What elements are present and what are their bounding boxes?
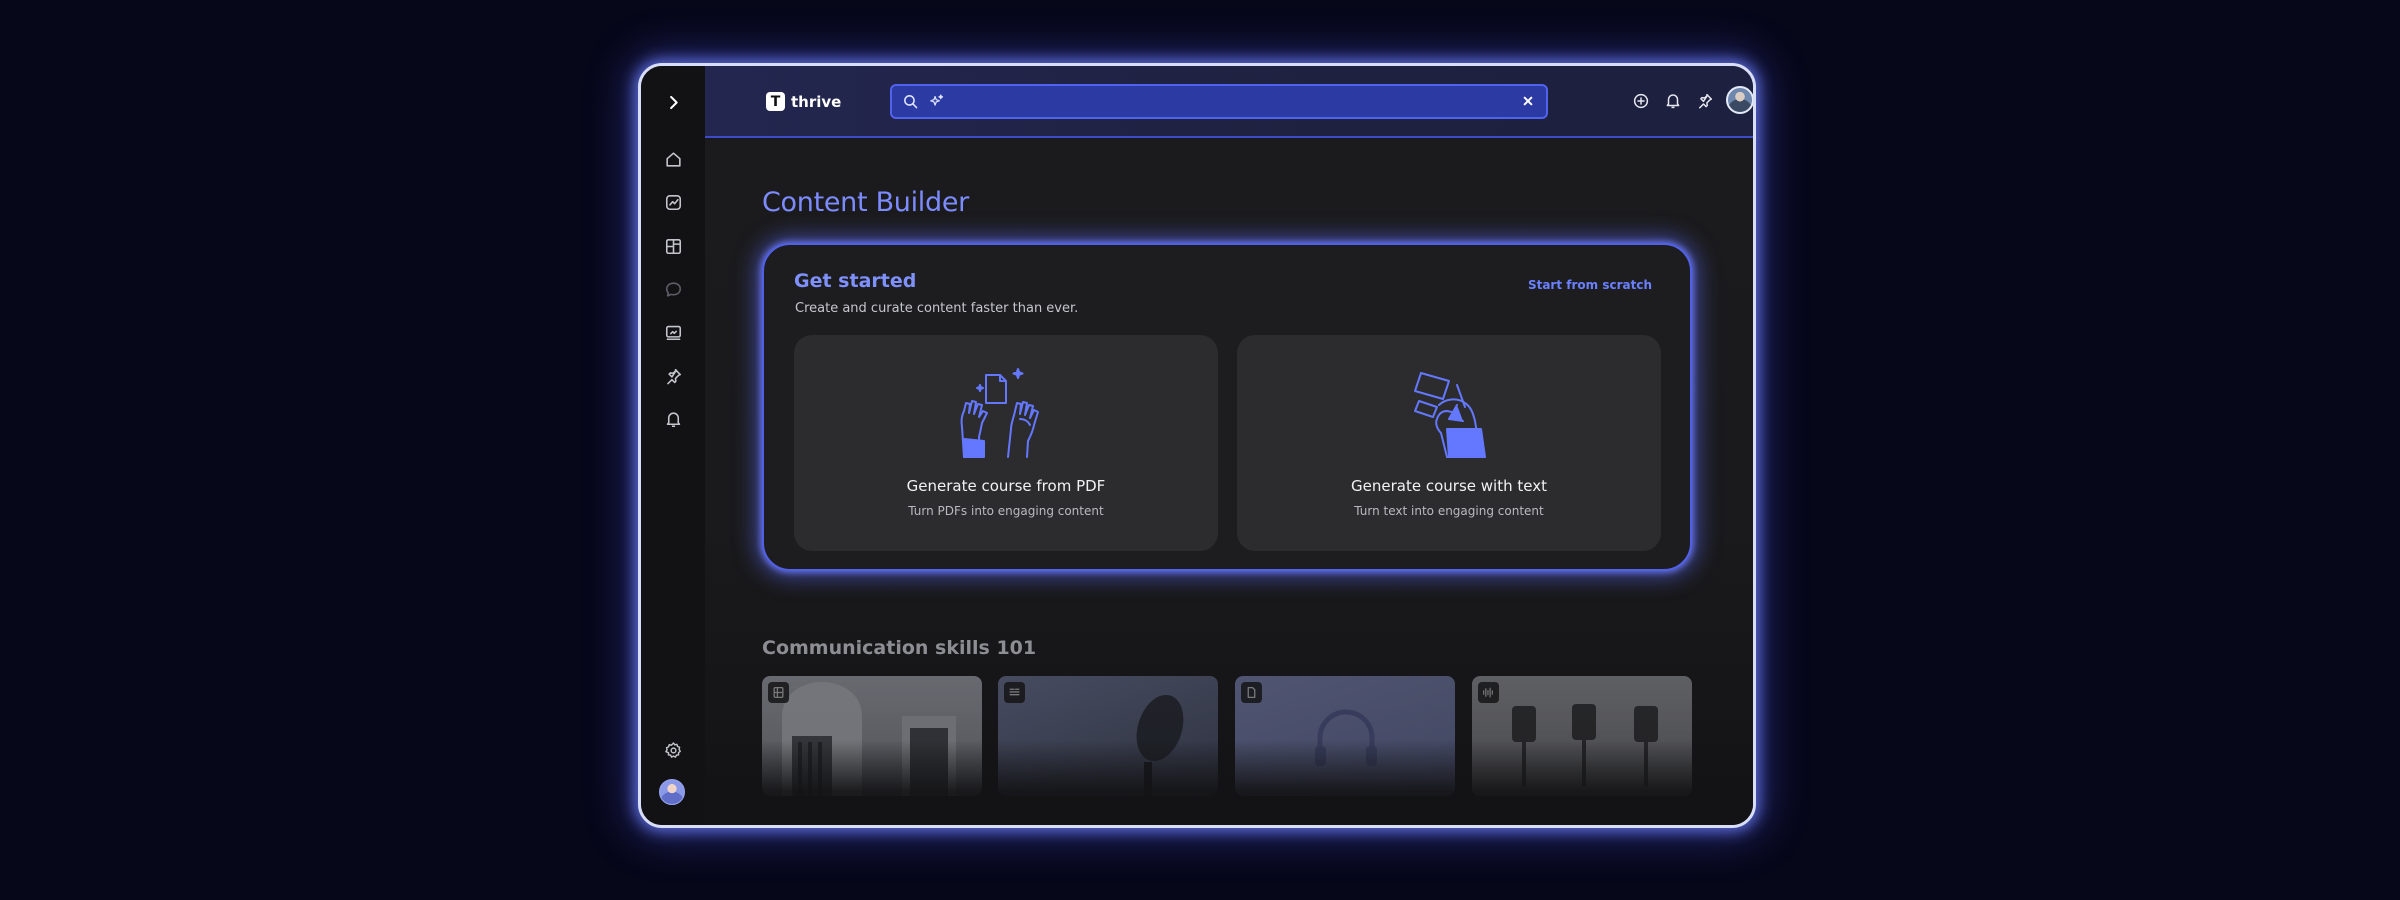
content-thumbnail[interactable] (998, 676, 1218, 796)
generate-with-text-card[interactable]: Generate course with text Turn text into… (1237, 335, 1661, 551)
search-icon (904, 95, 918, 109)
settings-button[interactable] (653, 730, 693, 770)
bell-icon (1666, 94, 1680, 109)
option-subtitle: Turn text into engaging content (1354, 504, 1544, 518)
option-title: Generate course from PDF (906, 477, 1106, 495)
logo[interactable]: T thrive (766, 92, 841, 111)
pin-icon (666, 368, 681, 384)
hand-writing-illustration (1414, 372, 1486, 458)
sidebar-item-analytics[interactable] (653, 182, 693, 222)
text-badge (1004, 682, 1025, 703)
hands-pdf-illustration (960, 368, 1039, 458)
pinned-button[interactable] (1694, 90, 1716, 112)
main-content: Content Builder Get started Create and c… (705, 140, 1753, 825)
media-icon (665, 325, 681, 340)
content-thumbnail[interactable] (762, 676, 982, 796)
get-started-title: Get started (794, 270, 917, 292)
search-bar (890, 84, 1548, 119)
sidebar-item-pinned[interactable] (653, 356, 693, 396)
add-circle-icon (1633, 93, 1649, 109)
layout-icon (665, 238, 681, 254)
logo-text: thrive (791, 92, 842, 111)
search-input[interactable] (954, 92, 1474, 112)
app-window: T thrive Content Builder Get started Cre… (638, 63, 1756, 828)
home-icon (665, 151, 681, 167)
profile-avatar[interactable] (1726, 86, 1753, 114)
sidebar-item-layout[interactable] (653, 226, 693, 266)
sidebar-item-chat[interactable] (653, 269, 693, 309)
telephones-image (1512, 704, 1658, 786)
analytics-icon (665, 194, 681, 210)
sidebar-item-notifications[interactable] (653, 399, 693, 439)
sidebar (641, 66, 705, 825)
generate-from-pdf-card[interactable]: Generate course from PDF Turn PDFs into … (794, 335, 1218, 551)
option-title: Generate course with text (1351, 477, 1547, 495)
get-started-subtitle: Create and curate content faster than ev… (795, 301, 1079, 316)
microphone-image (1136, 694, 1184, 796)
get-started-panel: Get started Create and curate content fa… (762, 243, 1692, 571)
start-from-scratch-link[interactable]: Start from scratch (1528, 278, 1652, 292)
video-badge (768, 682, 789, 703)
page-title: Content Builder (762, 187, 969, 218)
sidebar-item-home[interactable] (653, 139, 693, 179)
content-thumbnail[interactable] (1235, 676, 1455, 796)
user-avatar[interactable] (659, 779, 685, 805)
chat-icon (665, 281, 681, 297)
video-icon (773, 686, 784, 699)
logo-mark: T (766, 92, 785, 111)
close-icon[interactable] (1520, 93, 1536, 109)
doorway-image (782, 682, 956, 796)
bell-icon (666, 411, 680, 427)
add-button[interactable] (1630, 90, 1652, 112)
text-icon (1009, 688, 1020, 696)
chevron-right-icon (669, 95, 678, 109)
sidebar-item-media[interactable] (653, 312, 693, 352)
audio-badge (1478, 682, 1499, 703)
document-icon (1247, 686, 1256, 699)
section-title: Communication skills 101 (762, 637, 1037, 659)
option-subtitle: Turn PDFs into engaging content (908, 504, 1104, 518)
headphones-image (1315, 709, 1377, 766)
sparkle-icon (930, 94, 944, 106)
top-bar: T thrive (705, 66, 1753, 138)
expand-sidebar-button[interactable] (653, 82, 693, 122)
settings-icon (664, 741, 681, 758)
document-badge (1241, 682, 1262, 703)
audio-icon (1483, 687, 1493, 698)
pin-icon (1699, 93, 1713, 109)
notifications-button[interactable] (1662, 90, 1684, 112)
content-thumbnail[interactable] (1472, 676, 1692, 796)
